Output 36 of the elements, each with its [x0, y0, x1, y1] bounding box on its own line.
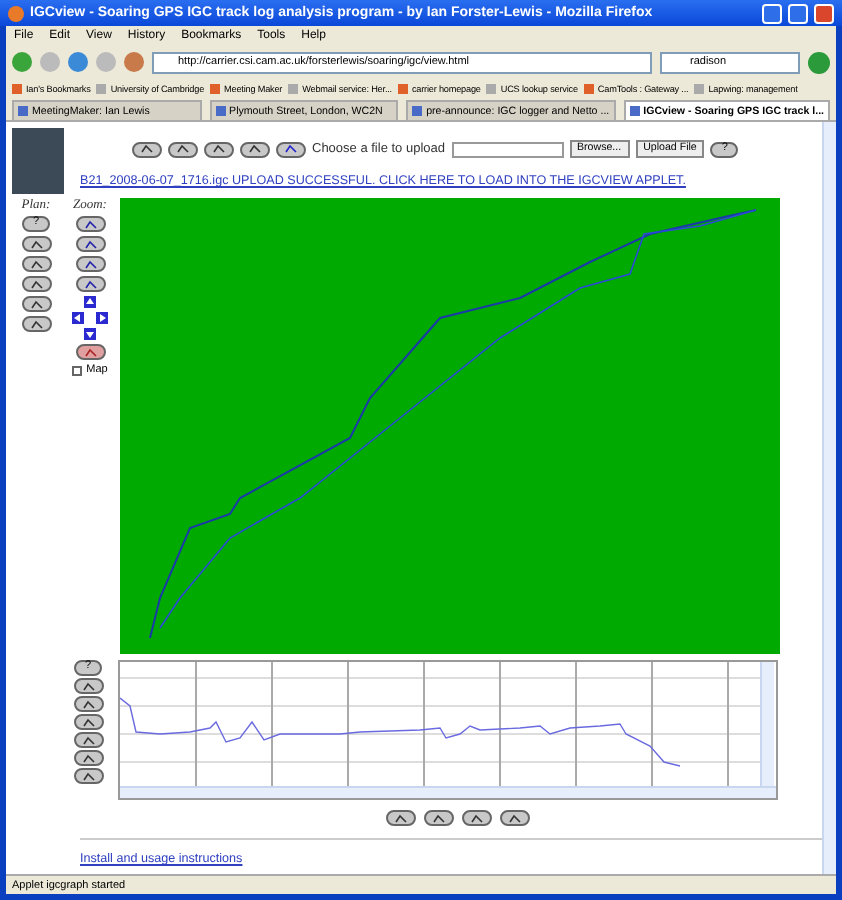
- scrollbar[interactable]: [120, 786, 776, 798]
- graph-button[interactable]: [73, 750, 103, 766]
- arrow-icon[interactable]: [84, 296, 96, 308]
- plan-button[interactable]: [21, 296, 51, 312]
- zoom-button[interactable]: [75, 276, 105, 292]
- plan-button[interactable]: [21, 316, 51, 332]
- plan-button[interactable]: [21, 236, 51, 252]
- zoom-button[interactable]: [75, 236, 105, 252]
- graph-nav-button[interactable]: [499, 810, 529, 826]
- file-field[interactable]: [451, 141, 563, 157]
- graph-nav-button[interactable]: [385, 810, 415, 826]
- zoom-button[interactable]: [75, 344, 105, 360]
- graph-button[interactable]: [73, 768, 103, 784]
- arrow-icon[interactable]: [96, 312, 108, 324]
- graph-button[interactable]: [73, 678, 103, 694]
- graph-nav-button[interactable]: [423, 810, 453, 826]
- graph-button[interactable]: [73, 696, 103, 712]
- zoom-button[interactable]: [75, 216, 105, 232]
- plan-button[interactable]: [21, 256, 51, 272]
- glider-logo: [12, 128, 64, 194]
- graph-button[interactable]: [73, 732, 103, 748]
- scrollbar[interactable]: [760, 662, 774, 786]
- zoom-button[interactable]: [75, 256, 105, 272]
- toolbar-button[interactable]: [276, 141, 306, 157]
- page-scrollbar[interactable]: [822, 122, 836, 874]
- arrow-icon[interactable]: [84, 328, 96, 340]
- toolbar-button[interactable]: [132, 141, 162, 157]
- app-icon: [8, 5, 24, 21]
- close-icon[interactable]: [814, 3, 834, 23]
- toolbar-button[interactable]: [204, 141, 234, 157]
- toolbar-button[interactable]: [240, 141, 270, 157]
- toolbar-button[interactable]: [168, 141, 198, 157]
- graph-button[interactable]: [73, 714, 103, 730]
- graph-nav-button[interactable]: [461, 810, 491, 826]
- arrow-icon[interactable]: [72, 312, 84, 324]
- plan-button[interactable]: [21, 276, 51, 292]
